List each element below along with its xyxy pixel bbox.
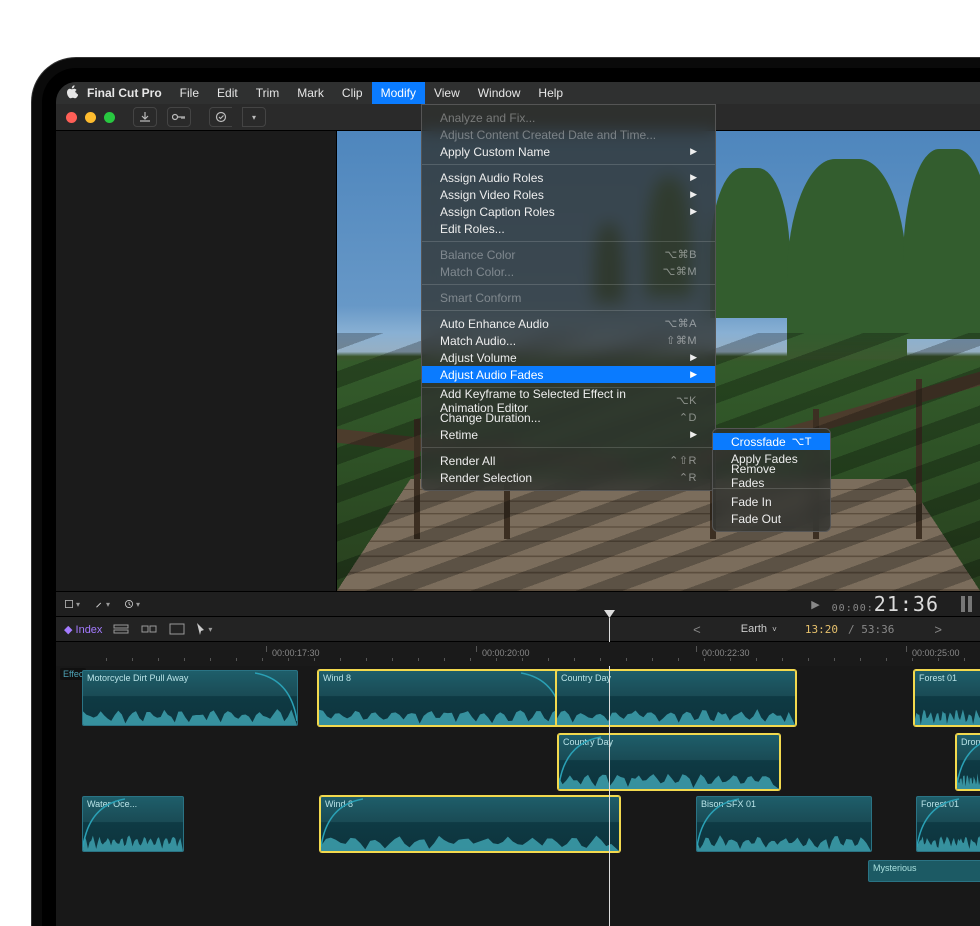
modify-menu-dropdown: Analyze and Fix...Adjust Content Created… [421, 104, 716, 491]
menu-mark[interactable]: Mark [288, 82, 333, 104]
clip-forest-01[interactable]: Forest 01 [916, 796, 980, 852]
menu-view[interactable]: View [425, 82, 469, 104]
project-duration: / 53:36 [848, 623, 894, 636]
next-edit-button[interactable]: > [904, 622, 972, 637]
ruler-mark: 00:00:20:00 [482, 648, 530, 658]
clip-mysterious[interactable]: Mysterious [868, 860, 980, 882]
menu-item-edit-roles[interactable]: Edit Roles... [422, 220, 715, 237]
clip-drone[interactable]: Drone [956, 734, 980, 790]
project-name[interactable]: Earth ˅ [741, 623, 779, 635]
menu-item-smart-conform: Smart Conform [422, 289, 715, 306]
background-tasks-button[interactable] [209, 107, 232, 127]
zoom-icon[interactable] [104, 112, 115, 123]
menu-item-render-selection[interactable]: Render Selection⌃R [422, 469, 715, 486]
minimize-icon[interactable] [85, 112, 96, 123]
menu-file[interactable]: File [171, 82, 208, 104]
timeline-layout-2[interactable] [140, 622, 158, 636]
clip-bison-sfx-01[interactable]: Bison SFX 01 [696, 796, 872, 852]
submenu-item-fade-out[interactable]: Fade Out [713, 510, 830, 527]
menu-item-adjust-content-created-date-and-time: Adjust Content Created Date and Time... [422, 126, 715, 143]
menu-item-adjust-audio-fades[interactable]: Adjust Audio Fades▶ [422, 366, 715, 383]
retime-tool-button[interactable]: ▾ [124, 597, 142, 611]
play-icon[interactable]: ▶ [811, 598, 819, 611]
clip-country-day[interactable]: Country Day [556, 670, 796, 726]
ruler-mark: 00:00:25:00 [912, 648, 960, 658]
timeline-ruler[interactable]: 00:00:17:30 00:00:20:00 00:00:22:30 00:00:2… [56, 642, 980, 666]
menu-item-adjust-volume[interactable]: Adjust Volume▶ [422, 349, 715, 366]
menu-item-assign-audio-roles[interactable]: Assign Audio Roles▶ [422, 169, 715, 186]
submenu-item-crossfade[interactable]: Crossfade⌥T [713, 433, 830, 450]
menu-item-retime[interactable]: Retime▶ [422, 426, 715, 443]
menu-item-add-keyframe-to-selected-effect-in-animation-editor[interactable]: Add Keyframe to Selected Effect in Anima… [422, 392, 715, 409]
menu-item-match-audio[interactable]: Match Audio...⇧⌘M [422, 332, 715, 349]
menu-edit[interactable]: Edit [208, 82, 247, 104]
menu-item-match-color: Match Color...⌥⌘M [422, 263, 715, 280]
keyword-button[interactable] [167, 107, 191, 127]
timeline-tracks[interactable]: Effec Motorcycle Dirt Pull AwayWind 8Cou… [56, 666, 980, 926]
ruler-mark: 00:00:17:30 [272, 648, 320, 658]
import-button[interactable] [133, 107, 157, 127]
submenu-arrow-icon: ▶ [690, 429, 697, 440]
pause-icon[interactable] [961, 596, 972, 612]
menu-help[interactable]: Help [529, 82, 572, 104]
submenu-arrow-icon: ▶ [690, 369, 697, 380]
transform-tool-button[interactable]: ▾ [64, 597, 82, 611]
menubar: Final Cut Pro File Edit Trim Mark Clip M… [56, 82, 980, 104]
submenu-arrow-icon: ▶ [690, 146, 697, 157]
menu-item-auto-enhance-audio[interactable]: Auto Enhance Audio⌥⌘A [422, 315, 715, 332]
playhead[interactable] [609, 618, 610, 642]
index-button[interactable]: ◆ Index [64, 623, 102, 636]
menu-modify[interactable]: Modify [372, 82, 425, 104]
clip-wind-8[interactable]: Wind 8 [318, 670, 564, 726]
timeline-header: ◆ Index ▾ < Earth ˅ 13:20 / 53:36 > [56, 617, 980, 642]
menu-item-render-all[interactable]: Render All⌃⇧R [422, 452, 715, 469]
timeline-layout-3[interactable] [168, 622, 186, 636]
menu-clip[interactable]: Clip [333, 82, 372, 104]
traffic-lights [66, 112, 115, 123]
tools-dropdown[interactable]: ▾ [196, 622, 214, 636]
menu-item-assign-caption-roles[interactable]: Assign Caption Roles▶ [422, 203, 715, 220]
submenu-item-remove-fades[interactable]: Remove Fades [713, 467, 830, 484]
browser-pane [56, 131, 337, 591]
adjust-audio-fades-submenu: Crossfade⌥TApply FadesRemove FadesFade I… [712, 428, 831, 532]
submenu-item-fade-in[interactable]: Fade In [713, 493, 830, 510]
menu-item-assign-video-roles[interactable]: Assign Video Roles▶ [422, 186, 715, 203]
ruler-mark: 00:00:22:30 [702, 648, 750, 658]
screen: Final Cut Pro File Edit Trim Mark Clip M… [56, 82, 980, 926]
clip-forest-01[interactable]: Forest 01 [914, 670, 980, 726]
clip-wind-8[interactable]: Wind 8 [320, 796, 620, 852]
prev-edit-button[interactable]: < [663, 622, 731, 637]
clip-water-oce[interactable]: Water Oce... [82, 796, 184, 852]
current-time: 13:20 [805, 623, 838, 636]
viewer-toolbar: ▾ ▾ ▾ ▶ 00:00:21:36 [56, 591, 980, 617]
background-tasks-dropdown[interactable]: ▾ [242, 107, 266, 127]
laptop-bezel: Final Cut Pro File Edit Trim Mark Clip M… [42, 68, 980, 926]
timeline-layout-1[interactable] [112, 622, 130, 636]
menu-item-apply-custom-name[interactable]: Apply Custom Name▶ [422, 143, 715, 160]
submenu-arrow-icon: ▶ [690, 352, 697, 363]
playhead[interactable] [609, 666, 610, 926]
submenu-arrow-icon: ▶ [690, 172, 697, 183]
close-icon[interactable] [66, 112, 77, 123]
submenu-arrow-icon: ▶ [690, 206, 697, 217]
clip-motorcycle-dirt-pull-away[interactable]: Motorcycle Dirt Pull Away [82, 670, 298, 726]
apple-icon[interactable] [66, 85, 78, 102]
clip-country-day[interactable]: Country Day [558, 734, 780, 790]
app-name[interactable]: Final Cut Pro [78, 82, 171, 104]
menu-item-analyze-and-fix: Analyze and Fix... [422, 109, 715, 126]
menu-trim[interactable]: Trim [247, 82, 289, 104]
submenu-arrow-icon: ▶ [690, 189, 697, 200]
menu-item-balance-color: Balance Color⌥⌘B [422, 246, 715, 263]
enhance-tool-button[interactable]: ▾ [94, 597, 112, 611]
menu-window[interactable]: Window [469, 82, 530, 104]
timecode-display: 00:00:21:36 [832, 592, 939, 616]
